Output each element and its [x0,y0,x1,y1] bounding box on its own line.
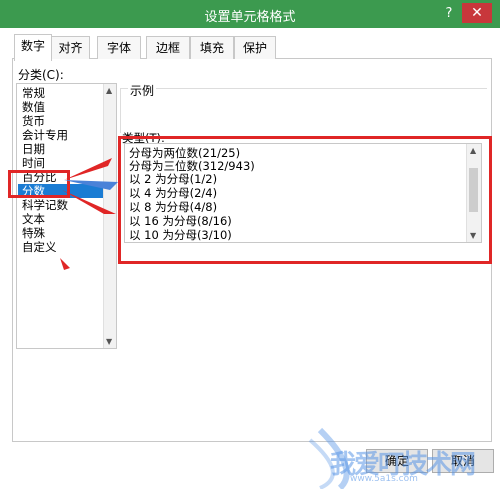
annotation-arrows [60,158,118,270]
arrow-small-icon [60,258,70,270]
watermark-url: www.5a1s.com [350,474,418,484]
format-cells-dialog: 设置单元格格式 ? ✕ 数字 对齐 字体 边框 填充 保护 分类(C): 常规 … [0,0,500,489]
arrow-right-icon [64,180,118,190]
arrow-down-icon [62,190,116,214]
arrow-up-icon [64,158,112,180]
tab-number[interactable]: 数字 [14,34,52,61]
